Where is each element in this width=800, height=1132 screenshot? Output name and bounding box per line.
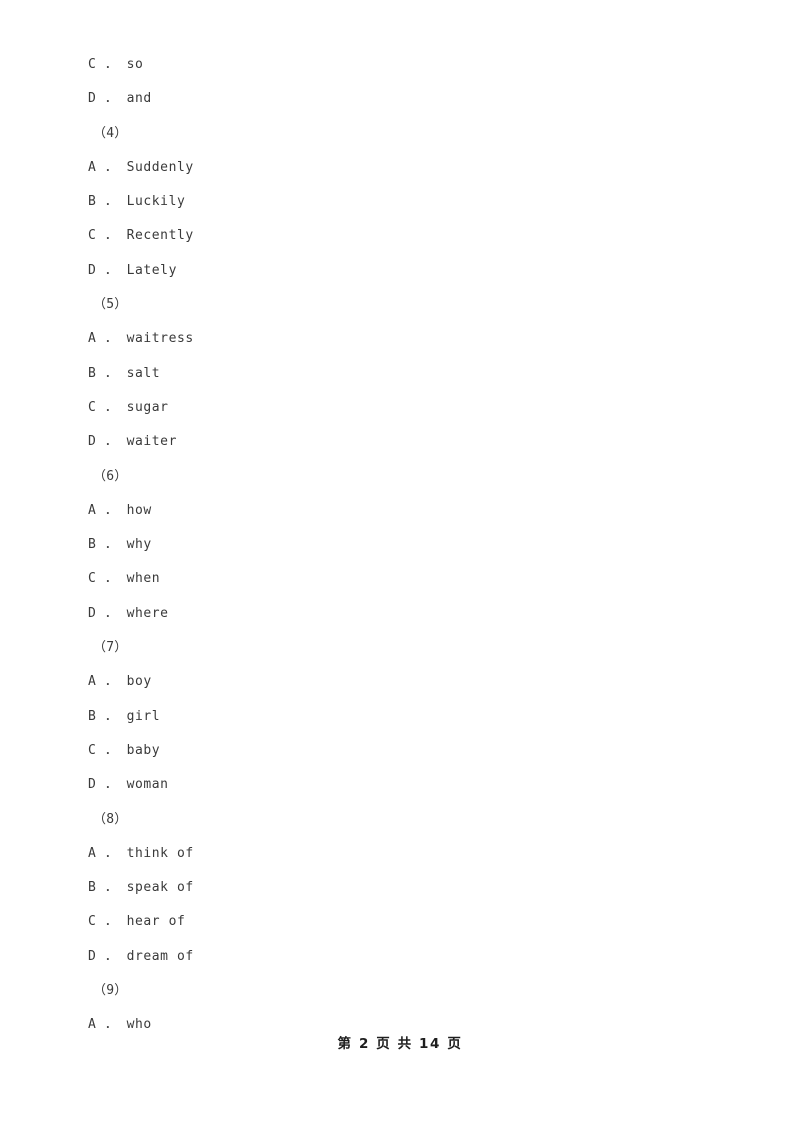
answer-option: A ． Suddenly [88, 159, 194, 175]
answer-option: C ． Recently [88, 228, 194, 244]
answer-option: B ． girl [88, 708, 161, 724]
question-options-list: C ． so D ． and （4） A ． Suddenly B ． Luckily C… [88, 48, 708, 1043]
answer-option: C ． when [88, 571, 161, 587]
answer-option: C ． hear of [88, 914, 186, 930]
question-number: （4） [93, 125, 128, 141]
question-number: （7） [93, 640, 128, 656]
question-number: （8） [93, 811, 128, 827]
question-number: （5） [93, 297, 128, 313]
answer-option: B ． speak of [88, 880, 194, 896]
answer-option: D ． dream of [88, 948, 194, 964]
answer-option: A ． how [88, 502, 152, 518]
answer-option: D ． waiter [88, 434, 177, 450]
answer-option: A ． think of [88, 845, 194, 861]
page-footer: 第 2 页 共 14 页 [337, 1036, 463, 1052]
answer-option: B ． salt [88, 365, 161, 381]
answer-option: C ． sugar [88, 399, 169, 415]
answer-option: B ． Luckily [88, 194, 186, 210]
answer-option: D ． Lately [88, 262, 177, 278]
question-number: （6） [93, 468, 128, 484]
question-number: （9） [93, 983, 128, 999]
answer-option: D ． and [88, 91, 152, 107]
answer-option: B ． why [88, 537, 152, 553]
answer-option: C ． so [88, 57, 144, 72]
answer-option: D ． where [88, 605, 169, 621]
answer-option: A ． waitress [88, 331, 194, 347]
answer-option: A ． boy [88, 674, 152, 690]
document-page: C ． so D ． and （4） A ． Suddenly B ． Luckily C… [0, 0, 800, 1132]
answer-option: C ． baby [88, 742, 161, 758]
answer-option: D ． woman [88, 777, 169, 793]
